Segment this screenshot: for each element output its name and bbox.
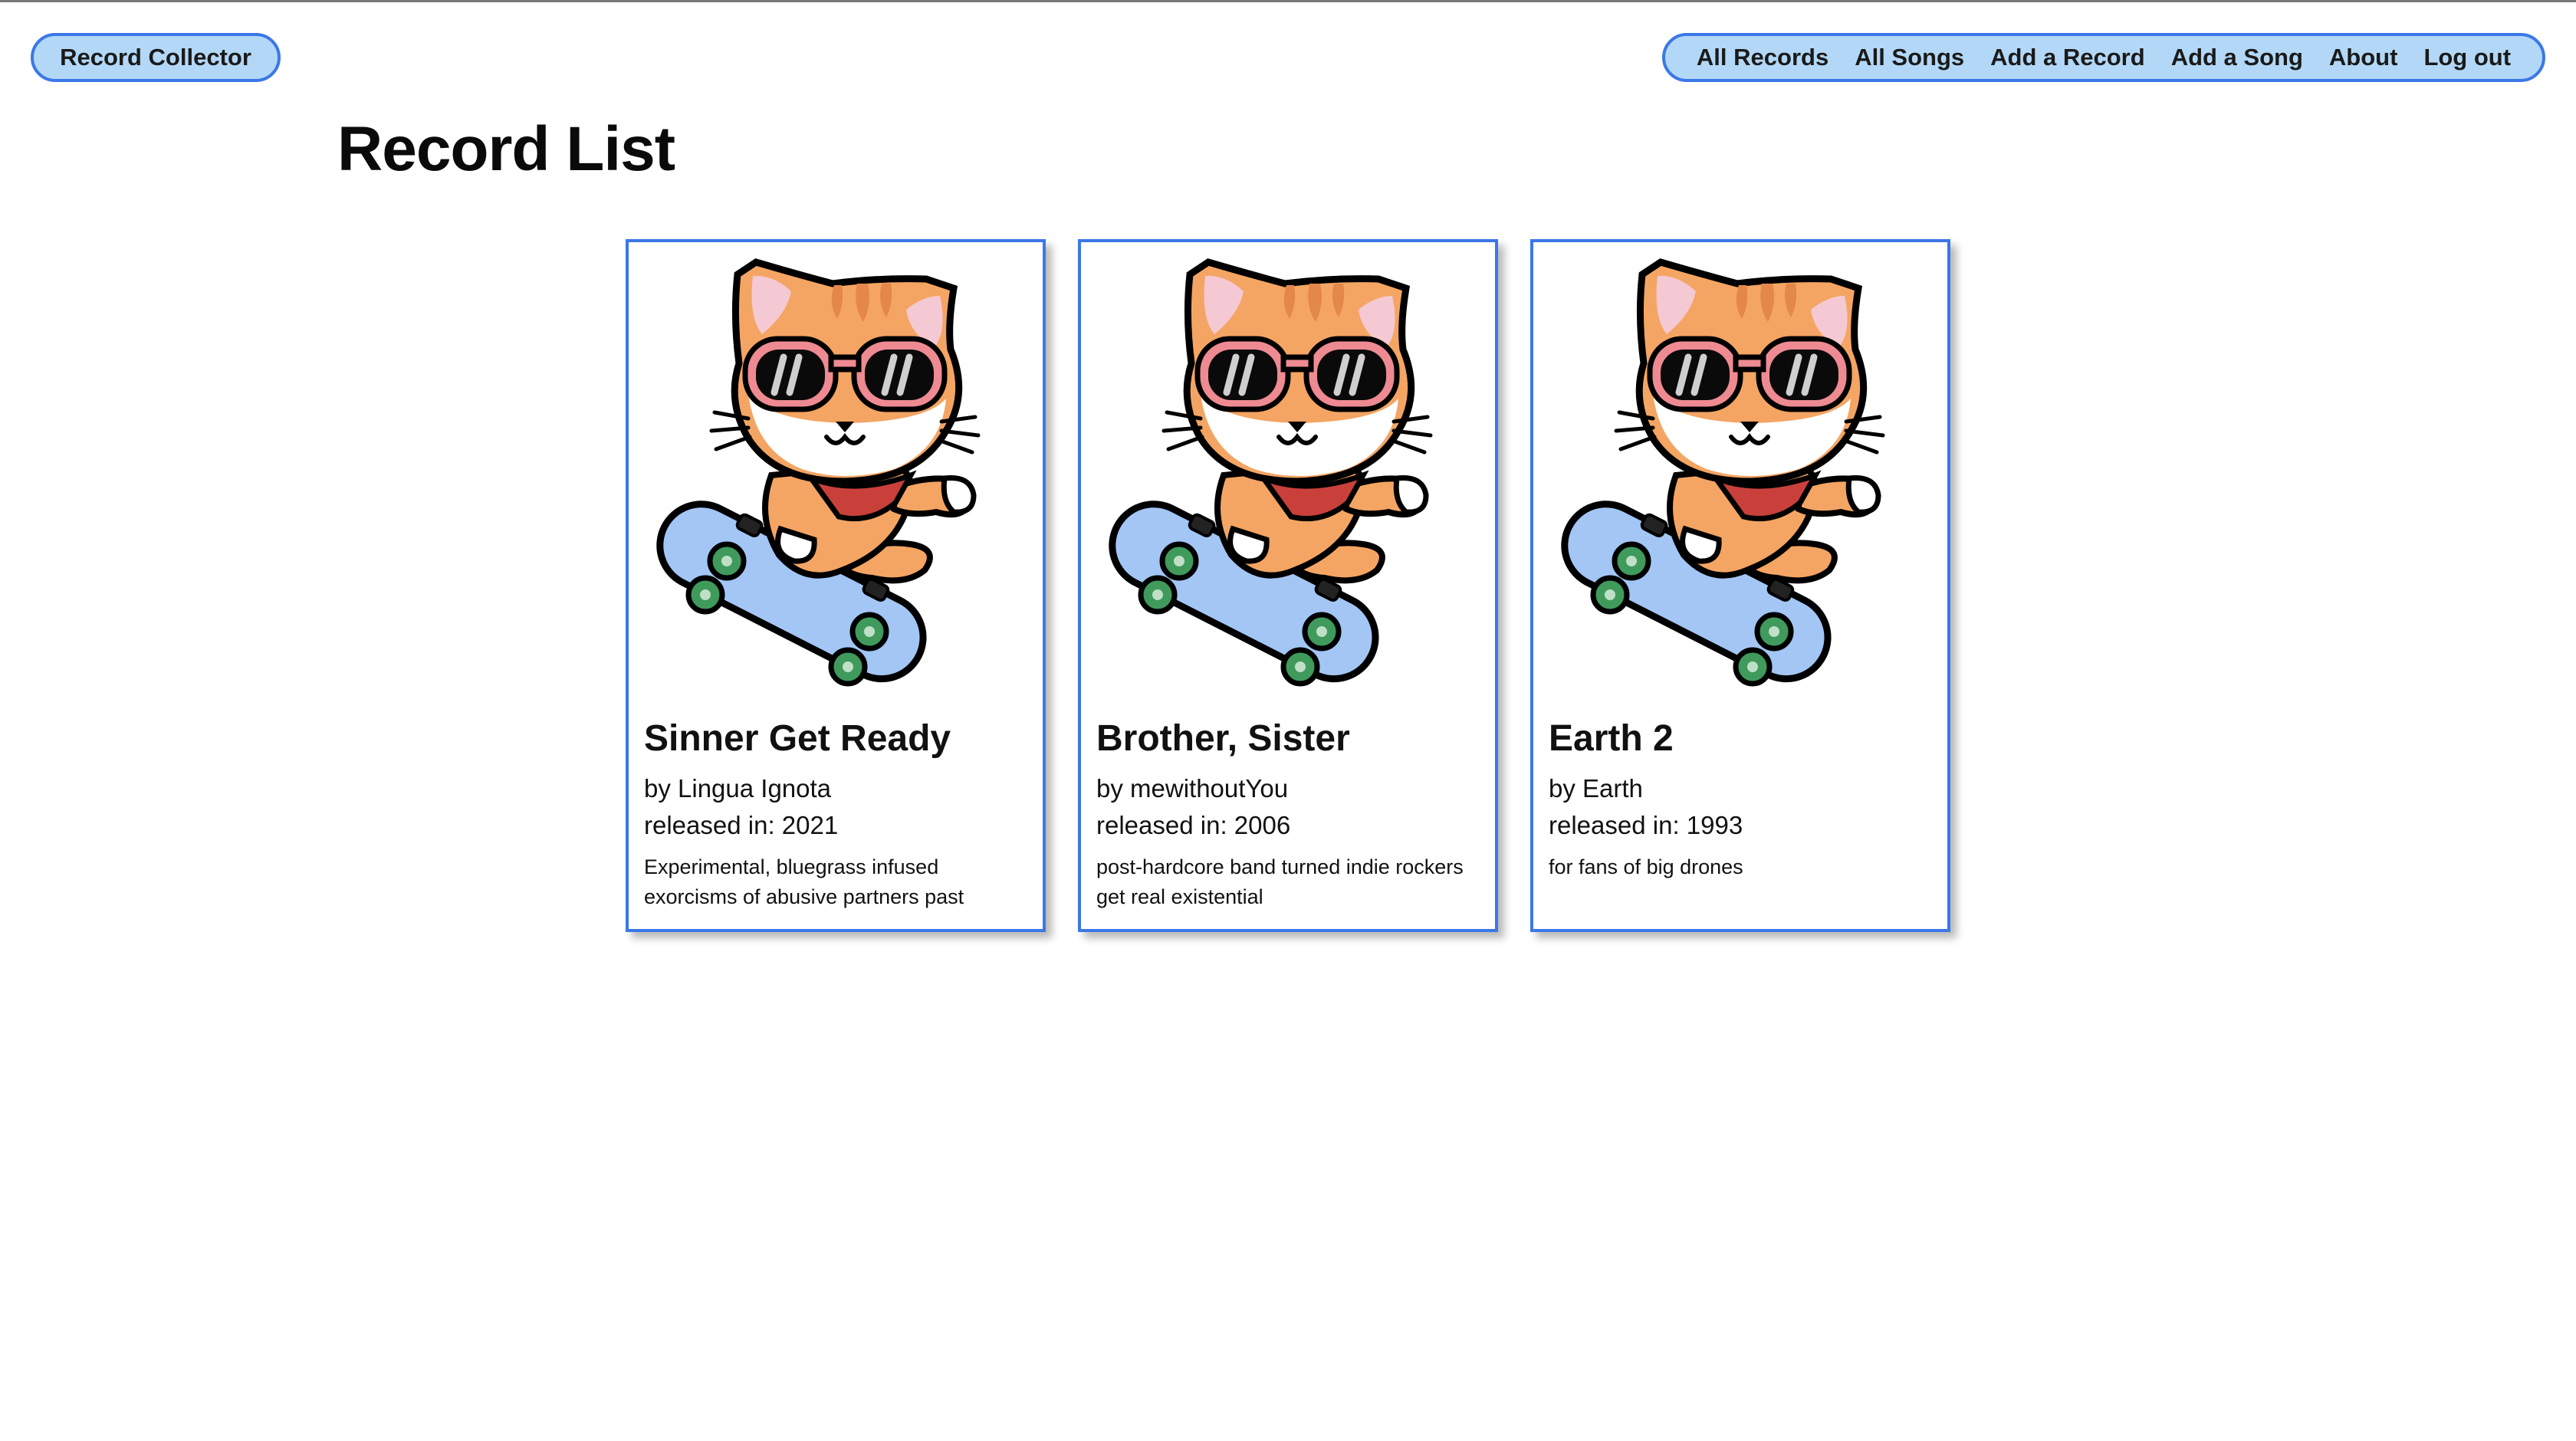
nav-all-songs[interactable]: All Songs <box>1855 44 1964 71</box>
nav-about[interactable]: About <box>2329 44 2398 71</box>
record-description: for fans of big drones <box>1549 855 1743 878</box>
brand-home-button[interactable]: Record Collector <box>31 33 281 82</box>
record-release-year: released in: 2006 <box>1096 811 1291 839</box>
record-title: Earth 2 <box>1549 718 1674 759</box>
record-card[interactable]: Sinner Get Ready by Lingua Ignota releas… <box>626 239 1046 932</box>
record-artist: by mewithoutYou <box>1096 774 1289 803</box>
record-description: post-hardcore band turned indie rockers … <box>1096 855 1464 908</box>
record-artist: by Lingua Ignota <box>644 774 832 803</box>
record-artist: by Earth <box>1549 774 1643 803</box>
skateboarding-cat-icon <box>1093 248 1487 708</box>
record-title: Brother, Sister <box>1096 718 1350 759</box>
skateboarding-cat-icon <box>1546 248 1940 708</box>
nav-add-song[interactable]: Add a Song <box>2171 44 2303 71</box>
record-title: Sinner Get Ready <box>644 718 951 759</box>
nav-log-out[interactable]: Log out <box>2423 44 2511 71</box>
record-card[interactable]: Earth 2 by Earth released in: 1993 for f… <box>1530 239 1950 932</box>
record-release-year: released in: 1993 <box>1549 811 1743 839</box>
record-release-year: released in: 2021 <box>644 811 839 839</box>
page-title: Record List <box>337 114 675 184</box>
record-description: Experimental, bluegrass infused exorcism… <box>644 855 964 908</box>
nav-add-record[interactable]: Add a Record <box>1990 44 2145 71</box>
skateboarding-cat-icon <box>641 248 1035 708</box>
record-card[interactable]: Brother, Sister by mewithoutYou released… <box>1078 239 1498 932</box>
record-card-list: Sinner Get Ready by Lingua Ignota releas… <box>626 239 1950 932</box>
top-border <box>0 0 2576 2</box>
nav-all-records[interactable]: All Records <box>1697 44 1829 71</box>
main-nav: All Records All Songs Add a Record Add a… <box>1662 33 2545 82</box>
